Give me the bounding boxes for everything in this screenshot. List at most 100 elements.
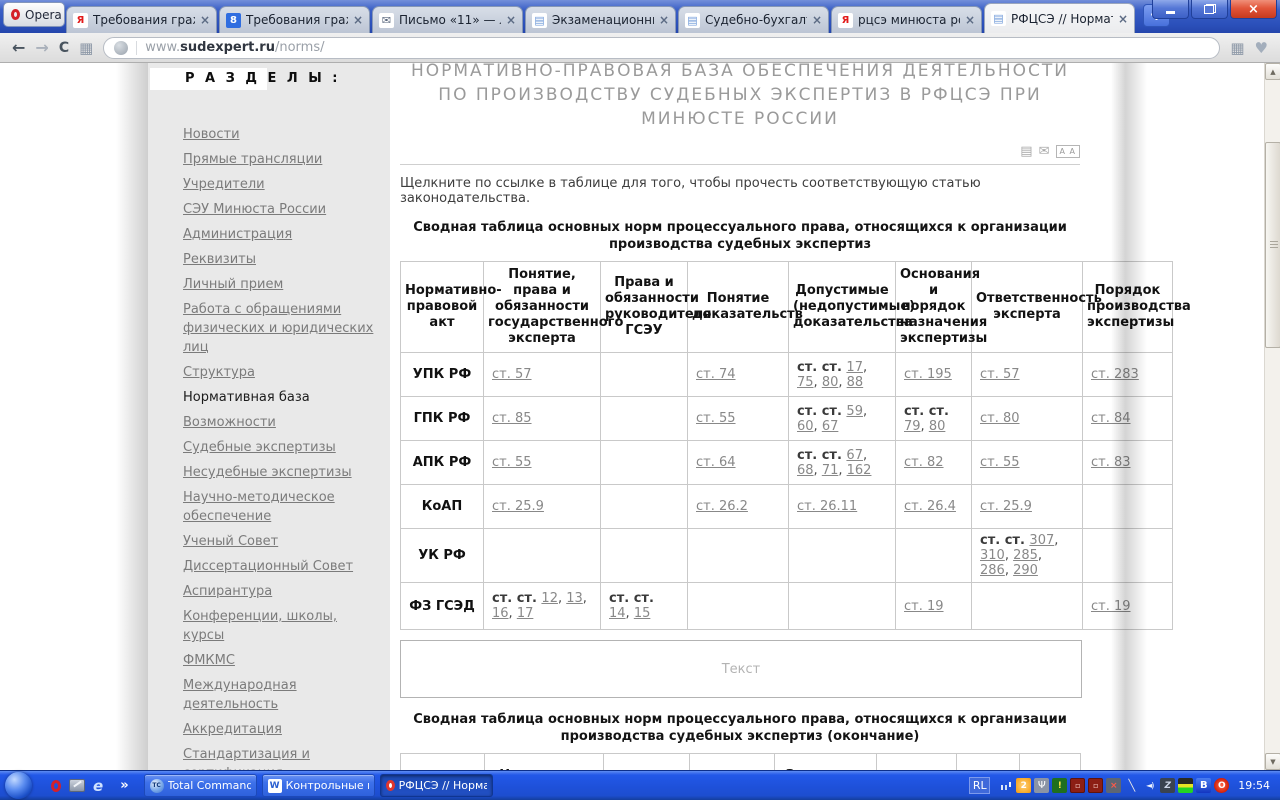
article-link[interactable]: ст. 25.9 — [492, 499, 544, 514]
tab-close-icon[interactable]: × — [506, 13, 516, 27]
sidebar-item[interactable]: Новости — [183, 125, 378, 144]
sidebar-item[interactable]: Работа с обращениями физических и юридич… — [183, 300, 378, 357]
opera-quicklaunch-icon[interactable] — [51, 779, 61, 792]
sidebar-item[interactable]: Научно-методическое обеспечение — [183, 488, 378, 526]
article-link[interactable]: 310 — [980, 548, 1005, 563]
sidebar-item[interactable]: Личный прием — [183, 275, 378, 294]
close-button[interactable]: × — [1230, 0, 1277, 19]
browser-tab[interactable]: ▤ Экзаменационные × — [525, 6, 676, 33]
article-link[interactable]: ст. 25.9 — [980, 499, 1032, 514]
article-link[interactable]: 75 — [797, 375, 814, 390]
browser-tab[interactable]: Ярцсэ минюста рос × — [831, 6, 982, 33]
signal-strength-icon[interactable] — [998, 778, 1013, 793]
article-link[interactable]: ст. 55 — [980, 455, 1020, 470]
sidebar-item[interactable]: Аспирантура — [183, 582, 378, 601]
browser-tab[interactable]: ✉ Письмо «11» — Л × — [372, 6, 523, 33]
article-link[interactable]: 80 — [822, 375, 839, 390]
article-link[interactable]: ст. 55 — [696, 411, 736, 426]
sidebar-item[interactable]: СЭУ Минюста России — [183, 200, 378, 219]
scroll-thumb[interactable] — [1265, 142, 1280, 348]
url-text[interactable]: www.sudexpert.ru/norms/ — [145, 40, 324, 55]
sidebar-item[interactable]: ФМКМС — [183, 651, 378, 670]
taskbar-button[interactable]: TCTotal Commander 7.0... — [143, 774, 257, 797]
quicklaunch-overflow-chevron[interactable]: » — [120, 778, 128, 793]
browser-tab[interactable]: 8 Требования граж × — [219, 6, 370, 33]
sidebar-item[interactable]: Структура — [183, 363, 378, 382]
wireless-antenna-icon[interactable]: Ψ — [1034, 778, 1050, 793]
restore-button[interactable] — [1191, 0, 1228, 19]
sidebar-item[interactable]: Судебные экспертизы — [183, 438, 378, 457]
audio-equalizer-icon[interactable] — [1178, 778, 1194, 793]
sidebar-item[interactable]: Аккредитация — [183, 720, 378, 739]
article-link[interactable]: ст. 57 — [492, 367, 532, 382]
article-link[interactable]: ст. 82 — [904, 455, 944, 470]
article-link[interactable]: ст. 26.4 — [904, 499, 956, 514]
taskbar-button[interactable]: РФЦСЭ // Норматив... — [379, 774, 493, 797]
email-icon[interactable]: ✉ — [1039, 144, 1050, 159]
tab-close-icon[interactable]: × — [200, 13, 210, 27]
article-link[interactable]: 285 — [1013, 548, 1038, 563]
article-link[interactable]: 16 — [492, 606, 509, 621]
sidebar-item[interactable]: Возможности — [183, 413, 378, 432]
sidebar-item[interactable]: Диссертационный Совет — [183, 557, 378, 576]
article-link[interactable]: ст. 195 — [904, 367, 952, 382]
article-link[interactable]: 88 — [847, 375, 864, 390]
sidebar-item[interactable]: Конференции, школы, курсы — [183, 607, 378, 645]
sidebar-item[interactable]: Реквизиты — [183, 250, 378, 269]
forward-icon[interactable]: → — [35, 38, 48, 57]
article-link[interactable]: 67 — [846, 448, 863, 463]
tab-close-icon[interactable]: × — [812, 13, 822, 27]
sidebar-item[interactable]: Прямые трансляции — [183, 150, 378, 169]
article-link[interactable]: 67 — [822, 419, 839, 434]
language-indicator[interactable]: RL — [969, 777, 991, 794]
article-link[interactable]: 17 — [517, 606, 534, 621]
remote-desktop-disabled-icon[interactable]: ▫ — [1070, 778, 1086, 793]
article-link[interactable]: 162 — [847, 463, 872, 478]
article-link[interactable]: ст. 26.11 — [797, 499, 857, 514]
article-link[interactable]: ст. 85 — [492, 411, 532, 426]
tab-close-icon[interactable]: × — [965, 13, 975, 27]
display-properties-icon[interactable] — [69, 779, 85, 792]
sidebar-item[interactable]: Администрация — [183, 225, 378, 244]
article-link[interactable]: 12 — [541, 591, 558, 606]
article-link[interactable]: ст. 19 — [904, 599, 944, 614]
article-link[interactable]: 307 — [1029, 533, 1054, 548]
page-scrollbar[interactable]: ▲ ▼ — [1264, 63, 1280, 770]
article-link[interactable]: ст. 26.2 — [696, 499, 748, 514]
article-link[interactable]: 68 — [797, 463, 814, 478]
tab-close-icon[interactable]: × — [659, 13, 669, 27]
browser-tab[interactable]: Я Требования граж × — [66, 6, 217, 33]
font-size-toggle[interactable]: A A — [1055, 145, 1080, 158]
article-link[interactable]: 286 — [980, 563, 1005, 578]
print-icon[interactable]: ▤ — [1020, 144, 1032, 159]
sidebar-item[interactable]: Ученый Совет — [183, 532, 378, 551]
network-alert-icon[interactable]: ! — [1052, 778, 1068, 793]
article-link[interactable]: ст. 84 — [1091, 411, 1131, 426]
article-link[interactable]: ст. 83 — [1091, 455, 1131, 470]
speed-dial-icon[interactable]: ▦ — [79, 39, 93, 57]
sidebar-item[interactable]: Учредители — [183, 175, 378, 194]
address-bar[interactable]: www.sudexpert.ru/norms/ — [103, 36, 1221, 59]
tab-close-icon[interactable]: × — [353, 13, 363, 27]
article-link[interactable]: 290 — [1013, 563, 1038, 578]
article-link[interactable]: 60 — [797, 419, 814, 434]
bluetooth-icon[interactable]: B — [1196, 778, 1212, 793]
article-link[interactable]: 80 — [929, 419, 946, 434]
article-link[interactable]: ст. 80 — [980, 411, 1020, 426]
sidebar-item[interactable]: Стандартизация и сертификация — [183, 745, 378, 770]
scroll-up-button[interactable]: ▲ — [1265, 63, 1280, 80]
back-icon[interactable]: ← — [12, 38, 25, 57]
article-link[interactable]: 13 — [566, 591, 583, 606]
article-link[interactable]: 15 — [634, 606, 651, 621]
browser-tab[interactable]: ▤ РФЦСЭ // Нормати × — [984, 3, 1135, 33]
minimize-button[interactable] — [1152, 0, 1189, 19]
article-link[interactable]: 14 — [609, 606, 626, 621]
volume-icon[interactable]: ◄) — [1142, 778, 1157, 793]
article-link[interactable]: ст. 19 — [1091, 599, 1131, 614]
camera-blocked-icon[interactable]: × — [1106, 778, 1122, 793]
article-link[interactable]: ст. 55 — [492, 455, 532, 470]
power-meter-icon[interactable]: Z — [1160, 778, 1176, 793]
taskbar-button[interactable]: WКонтрольные вопро... — [261, 774, 375, 797]
updates-badge-icon[interactable]: 2 — [1016, 778, 1032, 793]
article-link[interactable]: 59 — [846, 404, 863, 419]
